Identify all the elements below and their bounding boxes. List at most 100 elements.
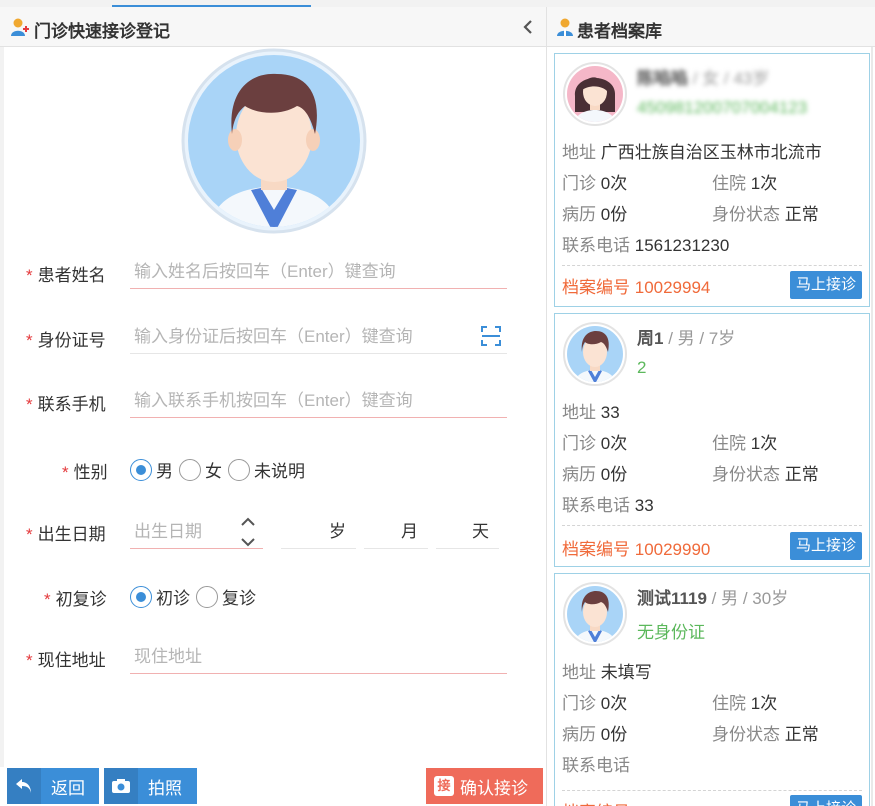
- patient-card[interactable]: 周1 / 男 / 7岁 2 地址 33 门诊 0次 住院 1次 病历 0份 身份…: [554, 313, 870, 567]
- first-visit-radio[interactable]: 初诊: [130, 584, 190, 609]
- patient-id-number: 无身份证: [637, 623, 705, 642]
- visit-type-label-text: 初复诊: [55, 590, 107, 609]
- id-status-row: 身份状态 正常: [712, 720, 819, 745]
- radio-checked-icon: [130, 585, 152, 608]
- inpatient-key: 住院: [712, 434, 746, 453]
- radio-unchecked-icon: [228, 458, 250, 481]
- records-row: 病历 0份: [562, 460, 627, 485]
- inpatient-row: 住院 1次: [712, 169, 777, 194]
- birthdate-label-text: 出生日期: [37, 525, 106, 544]
- required-mark: *: [26, 525, 33, 544]
- male-avatar-icon: [563, 322, 627, 386]
- address-label-text: 现住地址: [37, 651, 106, 670]
- inpatient-value: 1次: [750, 694, 778, 713]
- return-visit-text: 复诊: [222, 589, 256, 608]
- gender-unspecified-text: 未说明: [254, 462, 305, 481]
- confirm-receive-button[interactable]: 接 确认接诊: [426, 768, 543, 804]
- name-label: * 患者姓名: [26, 261, 106, 286]
- gender-female-text: 女: [205, 462, 222, 481]
- archive-value: 10029990: [634, 540, 711, 559]
- archive-number: 档案编号 10029973: [562, 798, 710, 806]
- id-status-value: 正常: [784, 725, 819, 744]
- address-row: 地址 未填写: [562, 658, 652, 683]
- id-status-value: 正常: [784, 205, 819, 224]
- address-row: 地址 广西壮族自治区玉林市北流市: [562, 138, 822, 163]
- required-mark: *: [44, 590, 51, 609]
- archive-key: 档案编号: [562, 540, 630, 559]
- archive-number: 档案编号 10029990: [562, 535, 710, 560]
- idcard-label: * 身份证号: [26, 326, 106, 351]
- first-visit-text: 初诊: [156, 589, 190, 608]
- gender-female-radio[interactable]: 女: [179, 457, 222, 482]
- id-status-row: 身份状态 正常: [712, 200, 819, 225]
- phone-row: 联系电话: [562, 751, 630, 776]
- address-key: 地址: [562, 663, 596, 682]
- idcard-label-text: 身份证号: [37, 331, 106, 350]
- address-input[interactable]: [130, 640, 507, 674]
- idcard-input[interactable]: [130, 320, 507, 354]
- inpatient-row: 住院 1次: [712, 429, 777, 454]
- chevron-left-icon[interactable]: [520, 17, 536, 37]
- receive-now-button[interactable]: 马上接诊: [790, 271, 862, 299]
- panel-title: 门诊快速接诊登记: [34, 22, 170, 41]
- patient-id-number: 2: [637, 358, 647, 377]
- records-row: 病历 0份: [562, 200, 627, 225]
- id-status-key: 身份状态: [712, 465, 780, 484]
- patient-meta: / 女 / 43岁: [688, 69, 770, 88]
- age-days-field[interactable]: 天: [436, 515, 499, 549]
- phone-label-text: 联系手机: [37, 395, 106, 414]
- gender-label-text: 性别: [73, 463, 108, 482]
- gender-radio-group: 男 女 未说明: [130, 457, 311, 482]
- patient-name: 陈啗啗 / 女 / 43岁: [637, 64, 769, 89]
- address-value: 未填写: [600, 663, 652, 682]
- patient-name-input[interactable]: [130, 255, 507, 289]
- outpatient-key: 门诊: [562, 694, 596, 713]
- records-key: 病历: [562, 465, 596, 484]
- outpatient-row: 门诊 0次: [562, 689, 627, 714]
- birthdate-label: * 出生日期: [26, 520, 106, 545]
- scrollbar[interactable]: [871, 47, 873, 806]
- scan-icon[interactable]: [481, 326, 501, 346]
- phone-label: * 联系手机: [26, 390, 106, 415]
- back-button[interactable]: 返回: [7, 768, 99, 804]
- address-label: * 现住地址: [26, 646, 106, 671]
- gender-unspecified-radio[interactable]: 未说明: [228, 457, 305, 482]
- patient-name-text: 陈啗啗: [637, 69, 688, 88]
- female-avatar-icon: [563, 62, 627, 126]
- phone-value: 33: [634, 496, 654, 515]
- add-user-icon: [11, 18, 29, 36]
- inpatient-value: 1次: [750, 174, 778, 193]
- gender-male-radio[interactable]: 男: [130, 457, 173, 482]
- photo-button-label: 拍照: [148, 778, 182, 798]
- id-status-value: 正常: [784, 465, 819, 484]
- return-visit-radio[interactable]: 复诊: [196, 584, 256, 609]
- inpatient-row: 住院 1次: [712, 689, 777, 714]
- records-value: 0份: [600, 725, 628, 744]
- phone-input[interactable]: [130, 384, 507, 418]
- required-mark: *: [26, 651, 33, 670]
- outpatient-value: 0次: [600, 694, 628, 713]
- patient-photo-avatar[interactable]: [181, 48, 367, 234]
- age-years-field[interactable]: 岁: [281, 515, 356, 549]
- archive-number: 档案编号 10029994: [562, 273, 710, 298]
- patient-card[interactable]: 陈啗啗 / 女 / 43岁 450981200707004123 地址 广西壮族…: [554, 53, 870, 307]
- id-status-row: 身份状态 正常: [712, 460, 819, 485]
- records-value: 0份: [600, 205, 628, 224]
- panel-header: 门诊快速接诊登记: [0, 7, 546, 47]
- back-button-label: 返回: [51, 778, 85, 798]
- quick-registration-panel: 门诊快速接诊登记 *患者姓名 *身份证号 *联系手机 *性别 男 女: [0, 7, 546, 806]
- address-row: 地址 33: [562, 398, 620, 423]
- address-value: 广西壮族自治区玉林市北流市: [600, 143, 822, 162]
- spinner-updown-icon[interactable]: [240, 515, 256, 549]
- visit-type-label: * 初复诊: [44, 585, 107, 610]
- male-avatar-icon: [563, 582, 627, 646]
- patient-card[interactable]: 测试1119 / 男 / 30岁 无身份证 地址 未填写 门诊 0次 住院 1次…: [554, 573, 870, 806]
- receive-now-button[interactable]: 马上接诊: [790, 795, 862, 806]
- receive-now-button[interactable]: 马上接诊: [790, 532, 862, 560]
- gender-label: * 性别: [62, 458, 108, 483]
- outpatient-value: 0次: [600, 434, 628, 453]
- age-months-field[interactable]: 月: [364, 515, 428, 549]
- records-key: 病历: [562, 205, 596, 224]
- radio-checked-icon: [130, 458, 152, 481]
- photo-button[interactable]: 拍照: [104, 768, 197, 804]
